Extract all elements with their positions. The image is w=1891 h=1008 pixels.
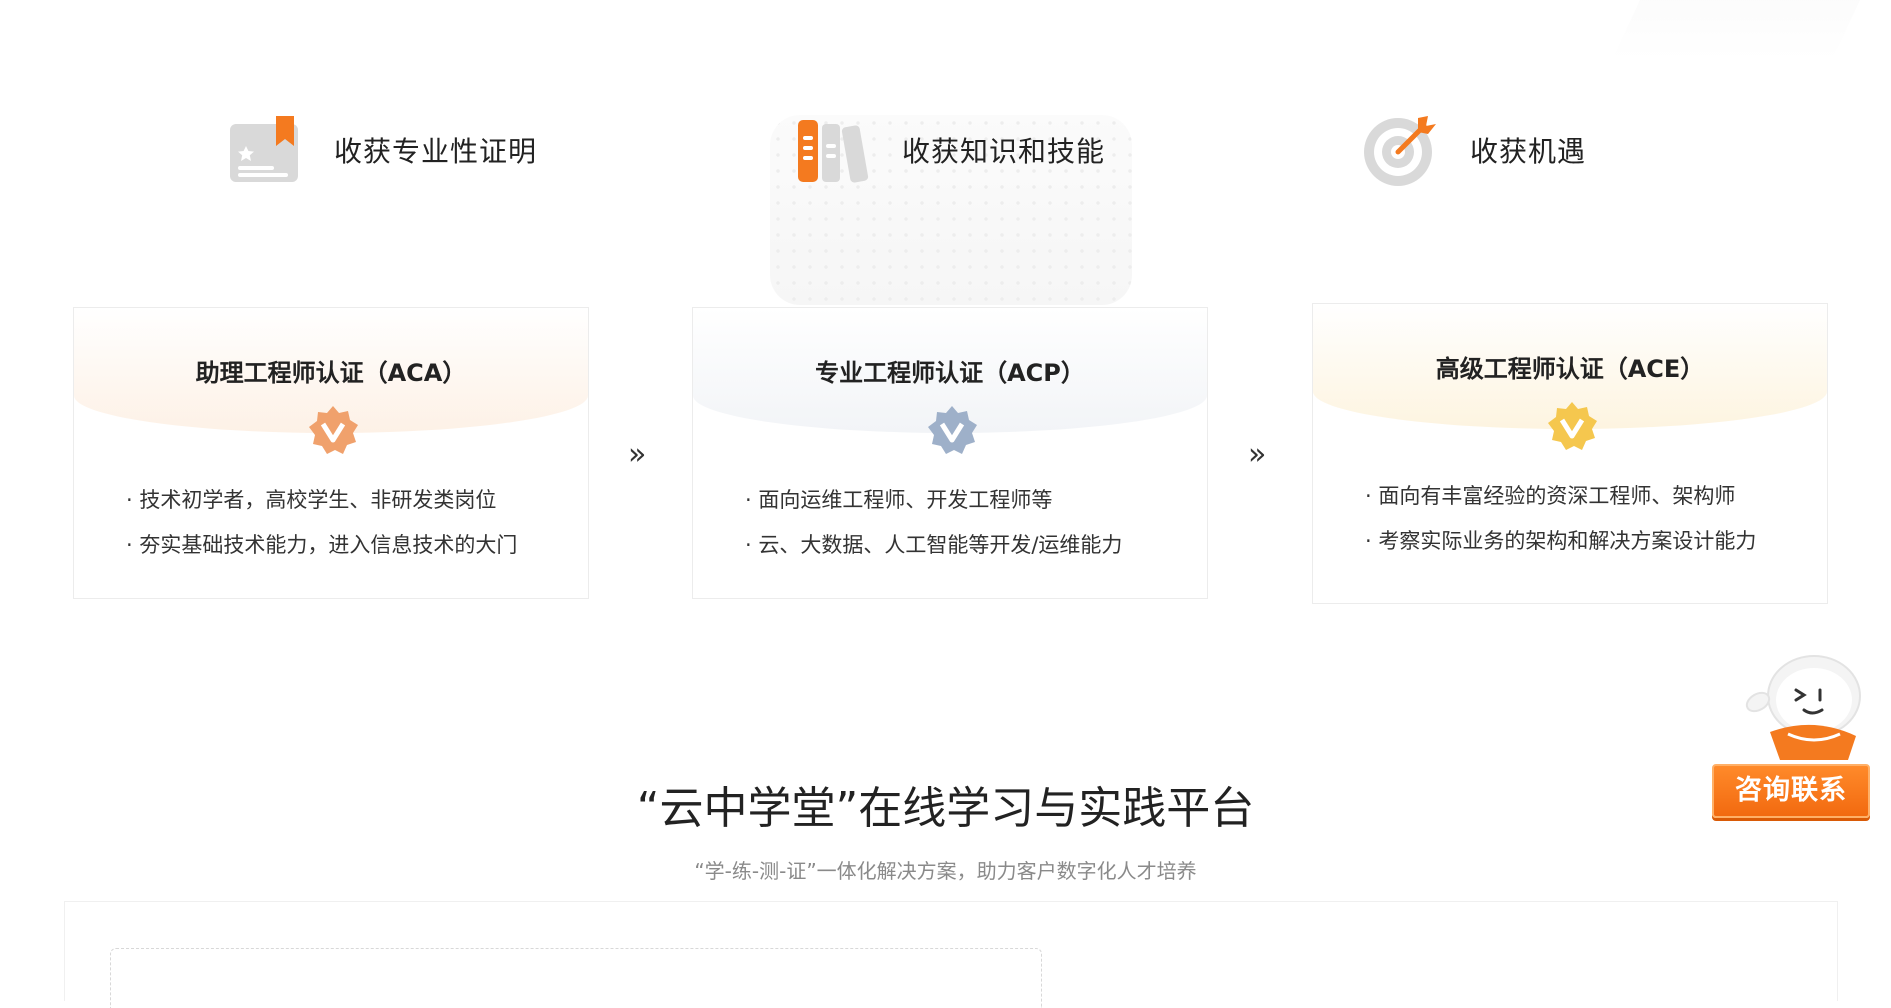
mascot-icon[interactable] [1730, 650, 1870, 768]
card-points: · 面向运维工程师、开发工程师等 · 云、大数据、人工智能等开发/运维能力 [745, 478, 1187, 568]
books-icon [794, 110, 874, 190]
certification-card-aca[interactable]: 助理工程师认证（ACA） · 技术初学者，高校学生、非研发类岗位 · 夯实基础技… [73, 307, 589, 599]
benefit-label: 收获机遇 [1470, 135, 1587, 168]
section-subtitle: “学-练-测-证”一体化解决方案，助力客户数字化人才培养 [694, 859, 1197, 883]
ace-badge-icon [1545, 400, 1599, 454]
card-title: 专业工程师认证（ACP） [815, 359, 1085, 387]
card-point: · 夯实基础技术能力，进入信息技术的大门 [126, 533, 518, 557]
section-title: “云中学堂”在线学习与实践平台 [636, 783, 1255, 834]
card-points: · 技术初学者，高校学生、非研发类岗位 · 夯实基础技术能力，进入信息技术的大门 [126, 478, 568, 568]
certificate-icon [226, 110, 306, 190]
card-title: 高级工程师认证（ACE） [1435, 355, 1705, 383]
benefit-label: 收获专业性证明 [334, 135, 538, 168]
arrow-right-icon: » [628, 437, 647, 472]
benefit-opportunity: 收获机遇 [1362, 110, 1586, 190]
card-point: · 面向有丰富经验的资深工程师、架构师 [1365, 484, 1736, 508]
arrow-right-icon: » [1248, 437, 1267, 472]
aca-badge-icon [306, 404, 360, 458]
certification-card-acp[interactable]: 专业工程师认证（ACP） · 面向运维工程师、开发工程师等 · 云、大数据、人工… [692, 307, 1208, 599]
benefit-knowledge: 收获知识和技能 [794, 110, 1105, 190]
consult-button[interactable]: 咨询联系 [1712, 764, 1870, 818]
card-point: · 考察实际业务的架构和解决方案设计能力 [1365, 529, 1757, 553]
certification-card-ace[interactable]: 高级工程师认证（ACE） · 面向有丰富经验的资深工程师、架构师 · 考察实际业… [1312, 303, 1828, 604]
benefit-label: 收获知识和技能 [902, 135, 1106, 168]
card-point: · 面向运维工程师、开发工程师等 [745, 488, 1053, 512]
card-point: · 技术初学者，高校学生、非研发类岗位 [126, 488, 497, 512]
card-title: 助理工程师认证（ACA） [195, 359, 467, 387]
card-points: · 面向有丰富经验的资深工程师、架构师 · 考察实际业务的架构和解决方案设计能力 [1365, 474, 1807, 564]
card-point: · 云、大数据、人工智能等开发/运维能力 [745, 533, 1123, 557]
platform-inner-panel [110, 948, 1042, 1008]
decorative-background-shape [1612, 0, 1888, 60]
target-icon [1362, 110, 1442, 190]
benefit-certificate: 收获专业性证明 [226, 110, 537, 190]
consult-widget[interactable]: 咨询联系 [1712, 650, 1872, 820]
acp-badge-icon [925, 404, 979, 458]
